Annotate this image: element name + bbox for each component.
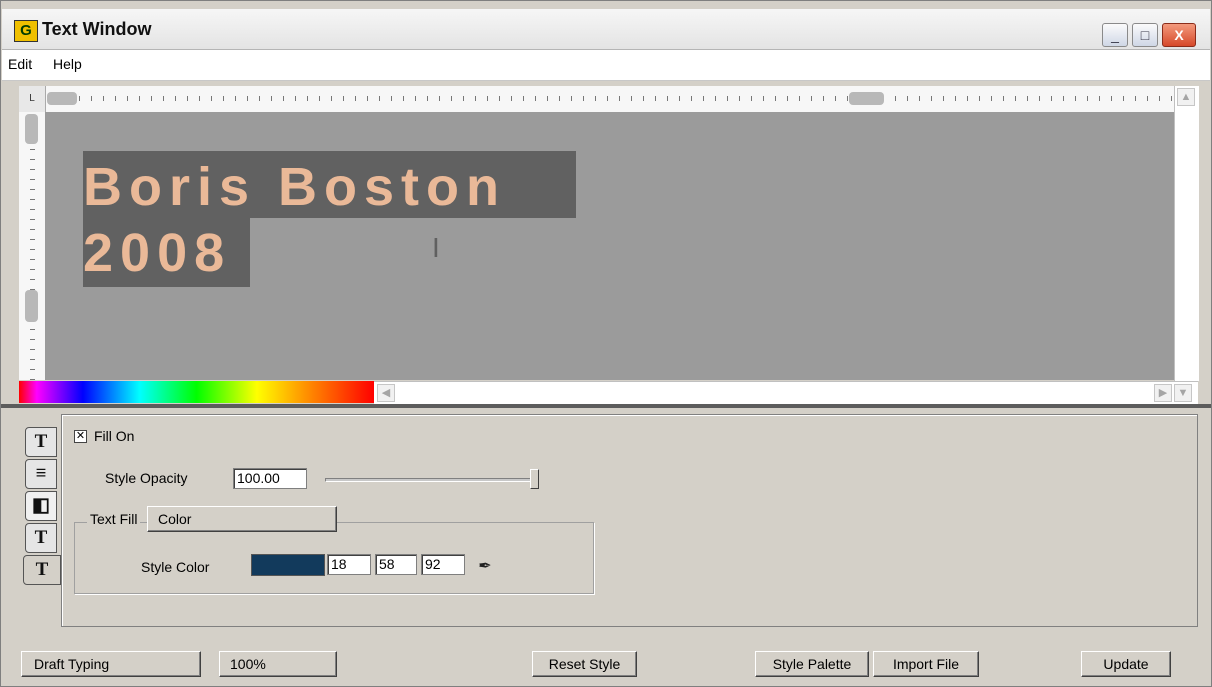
zoom-dropdown[interactable]: 100% [219,651,337,677]
fill-on-checkbox[interactable]: ✕ [74,430,87,443]
scroll-right-icon[interactable]: ▶ [1154,384,1172,402]
outline-text-icon[interactable]: T [25,523,57,553]
opacity-slider-thumb[interactable] [530,469,539,489]
minimize-button[interactable]: _ [1102,23,1128,47]
menu-edit[interactable]: Edit [8,56,32,72]
text-fill-dropdown[interactable]: Color [147,506,337,532]
scroll-left-icon[interactable]: ◀ [377,384,395,402]
update-button[interactable]: Update [1081,651,1171,677]
scroll-up-icon[interactable]: ▲ [1177,88,1195,106]
fill-on-label: Fill On [94,428,135,444]
menu-help[interactable]: Help [53,56,82,72]
color-blue-input[interactable]: 92 [421,554,465,575]
splitter-bar[interactable] [1,404,1211,408]
style-opacity-label: Style Opacity [105,470,188,486]
color-spectrum-bar[interactable] [19,381,374,403]
color-red-input[interactable]: 18 [327,554,371,575]
ruler-margin-right[interactable] [849,92,884,105]
tab-stop-icon[interactable]: L [19,86,46,112]
shadow-text-icon[interactable]: T [23,555,61,585]
fill-icon[interactable]: ◧ [25,491,57,521]
close-button[interactable]: X [1162,23,1196,47]
reset-style-button[interactable]: Reset Style [532,651,637,677]
title-bar[interactable]: G Text Window _ □ X [2,9,1210,50]
style-palette-button[interactable]: Style Palette [755,651,869,677]
text-window: G Text Window _ □ X Edit Help L ▲ Boris … [0,0,1212,687]
ruler-margin-top[interactable] [25,114,38,144]
style-color-label: Style Color [141,559,210,575]
canvas-text-line[interactable]: Boris Boston [83,152,506,222]
draft-typing-button[interactable]: Draft Typing [21,651,201,677]
text-icon[interactable]: T [25,427,57,457]
style-color-swatch[interactable] [251,554,325,576]
vertical-scrollbar[interactable]: ▲ [1174,86,1199,381]
vertical-ruler[interactable] [19,112,46,380]
import-file-button[interactable]: Import File [873,651,979,677]
eyedropper-icon[interactable]: ✒ [474,556,496,578]
style-opacity-input[interactable]: 100.00 [233,468,307,489]
scroll-down-icon[interactable]: ▼ [1174,384,1192,402]
horizontal-scrollbar[interactable]: ◀ ▶ ▼ [374,381,1198,404]
ruler-margin-bottom[interactable] [25,290,38,322]
color-green-input[interactable]: 58 [375,554,417,575]
ruler-margin-left[interactable] [47,92,77,105]
canvas-text-line[interactable]: 2008 [83,218,231,288]
window-title: Text Window [42,19,152,39]
ibeam-cursor-icon: I [432,232,440,263]
opacity-slider-track[interactable] [325,478,539,482]
app-icon: G [14,20,38,42]
menu-bar: Edit Help [2,50,1210,81]
text-fill-label: Text Fill [87,511,141,527]
align-icon[interactable]: ≡ [25,459,57,489]
maximize-button[interactable]: □ [1132,23,1158,47]
horizontal-ruler[interactable] [19,86,1174,113]
